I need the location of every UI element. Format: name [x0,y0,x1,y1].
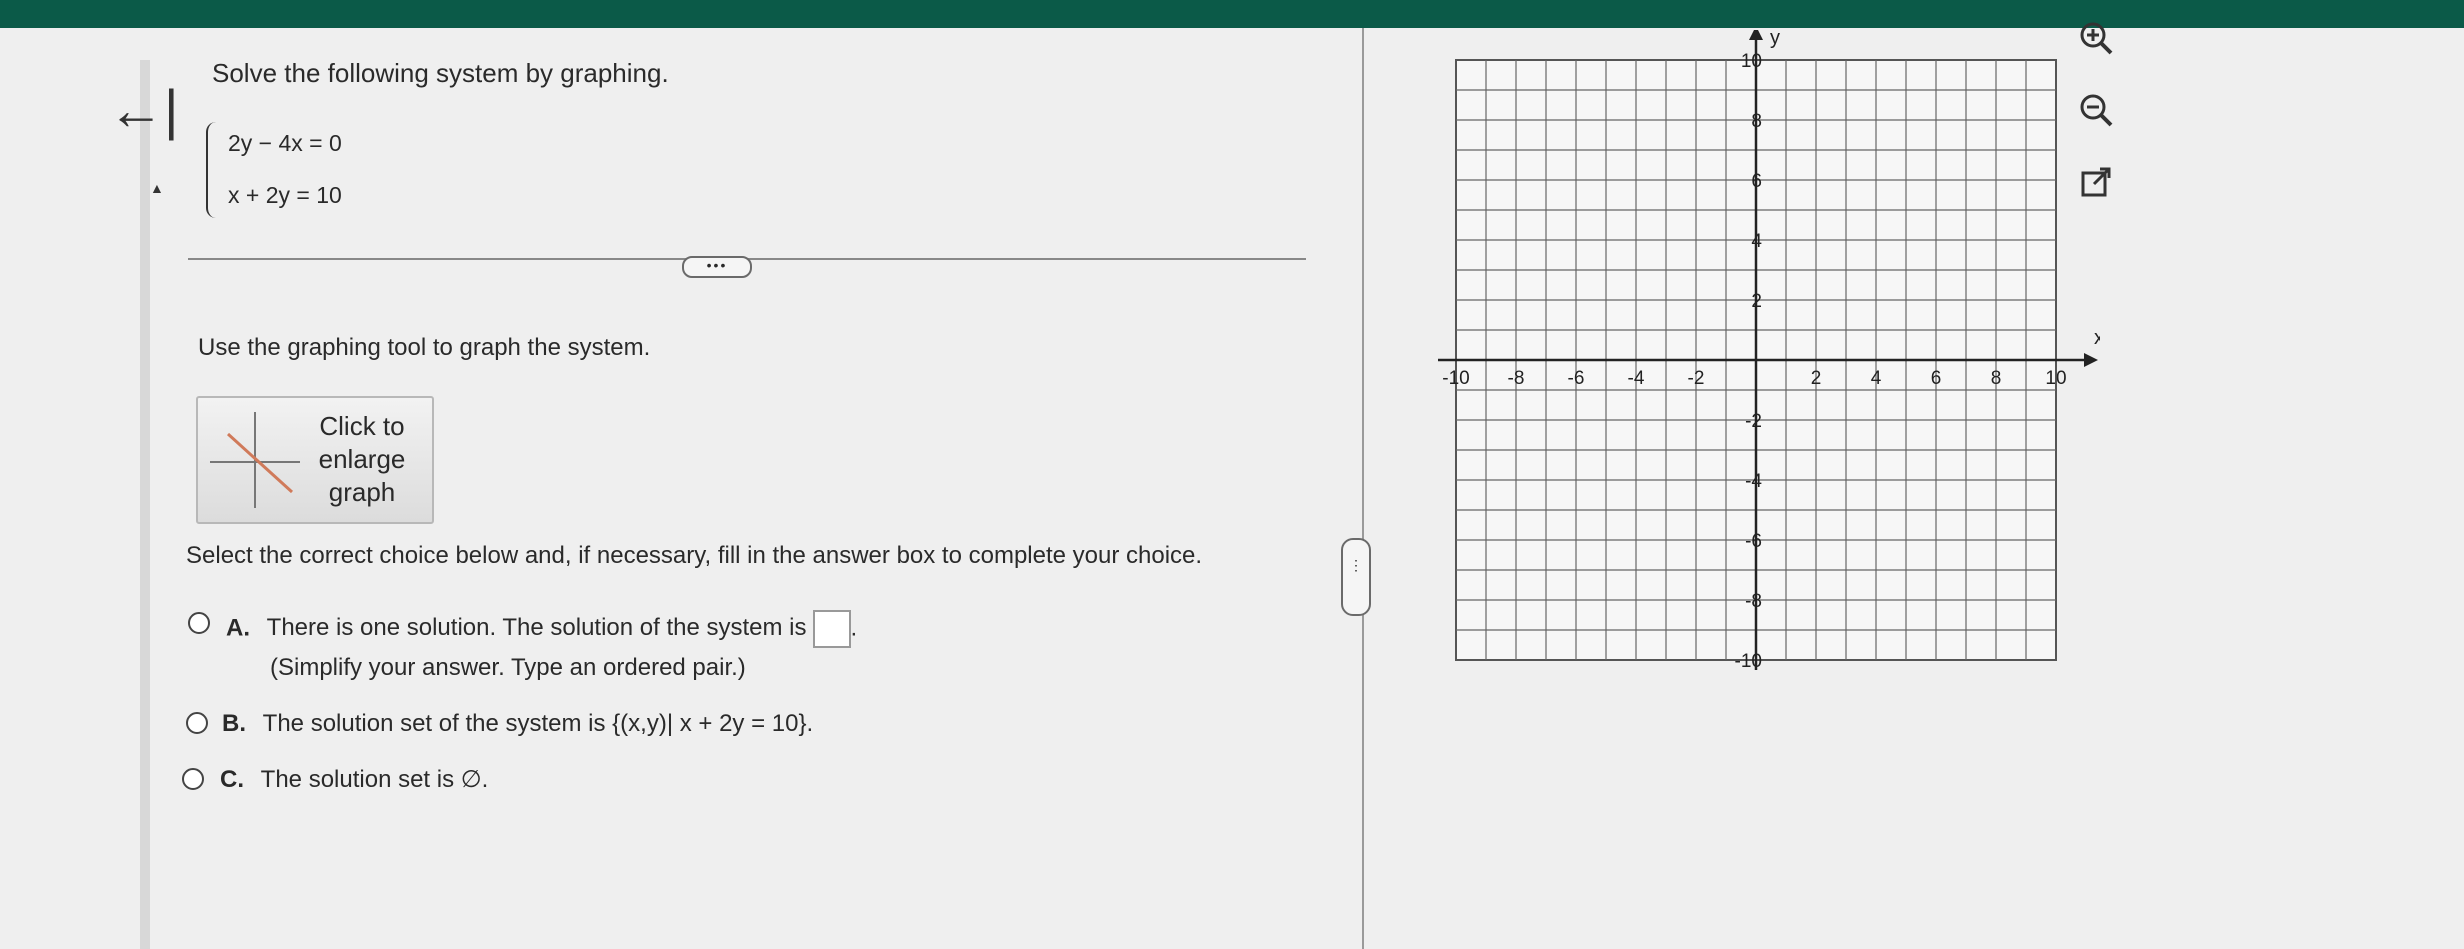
choice-a-text: There is one solution. The solution of t… [266,614,807,642]
x-tick-label: 10 [2045,368,2066,389]
y-tick-label: -8 [1745,591,1762,612]
x-tick-label: 2 [1811,368,1822,389]
equation-1: 2y − 4x = 0 [228,130,342,156]
zoom-out-icon[interactable] [2078,92,2114,128]
y-axis-arrow [1749,30,1763,40]
x-tick-label: -8 [1508,368,1525,389]
equation-2: x + 2y = 10 [228,182,342,208]
choice-c-letter: C. [220,766,244,793]
choice-c-text: The solution set is ∅. [260,766,489,793]
pop-out-icon[interactable] [2078,164,2114,200]
choice-a-end: . [850,614,858,642]
x-tick-label: 4 [1871,368,1882,389]
x-tick-label: 6 [1931,368,1942,389]
enlarge-label-line-1: Click to [319,411,405,441]
enlarge-graph-button[interactable]: Click to enlarge graph [196,396,434,524]
radio-choice-b[interactable] [186,712,208,734]
x-axis-label: x [2094,327,2100,349]
graph-thumbnail-icon [210,412,300,508]
answer-box[interactable] [812,610,851,648]
y-tick-label: -4 [1745,471,1762,492]
zoom-in-icon[interactable] [2078,20,2114,56]
y-tick-label: -10 [1735,651,1762,670]
y-axis-label: y [1770,30,1780,49]
x-tick-label: -2 [1688,368,1705,389]
back-to-start-icon[interactable]: ←| [108,82,179,138]
y-tick-label: 10 [1741,51,1762,72]
expand-dots-button[interactable]: ••• [682,256,752,278]
x-axis-arrow [2084,353,2098,367]
y-tick-label: -6 [1745,531,1762,552]
panel-divider [1362,28,1364,949]
choice-a-hint: (Simplify your answer. Type an ordered p… [270,654,746,681]
choice-instructions: Select the correct choice below and, if … [186,542,1203,569]
system-brace [206,122,222,218]
enlarge-label-line-2: enlarge [318,444,406,474]
radio-choice-a[interactable] [188,612,210,634]
x-tick-label: 8 [1991,368,2002,389]
y-tick-label: 8 [1751,111,1762,132]
question-prompt: Solve the following system by graphing. [212,58,669,88]
y-tick-label: 4 [1751,231,1762,252]
choice-a-letter: A. [226,614,250,642]
enlarge-label-line-3: graph [328,477,396,507]
choice-b-text: The solution set of the system is {(x,y)… [262,710,814,737]
panel-resize-handle[interactable]: ⋮ [1341,538,1371,616]
y-tick-label: 6 [1751,171,1762,192]
y-tick-label: 2 [1751,291,1762,312]
x-tick-label: -4 [1628,368,1645,389]
graph-instruction: Use the graphing tool to graph the syste… [198,334,651,361]
radio-choice-c[interactable] [182,768,204,790]
x-tick-label: -10 [1442,368,1469,389]
collapse-arrow-icon[interactable]: ▲ [150,180,164,196]
y-tick-label: -2 [1745,411,1762,432]
coordinate-graph[interactable]: x y -10 -8 -6 -4 -2 2 4 6 8 10 10 8 6 4 2 -2 -4 -6 -8 -10 [1400,30,2100,670]
left-scroll-strip [140,60,150,949]
x-tick-label: -6 [1568,368,1585,389]
choice-b-letter: B. [222,710,246,737]
